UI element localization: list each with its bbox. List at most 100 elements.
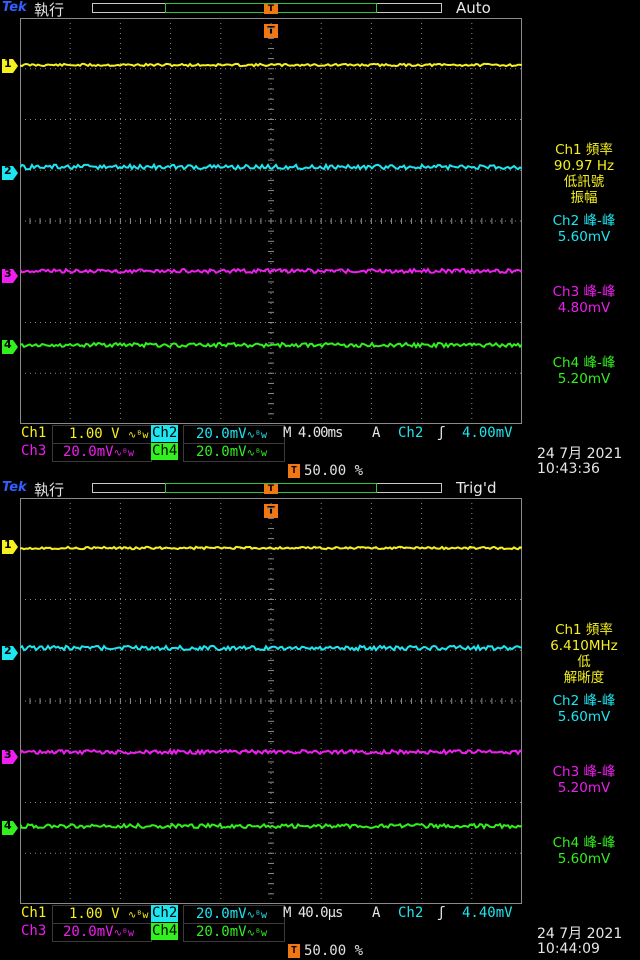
ch4-scale: 20.0mV∿ᴮw	[183, 443, 285, 462]
bandwidth-icon: ∿ᴮw	[246, 910, 267, 921]
bandwidth-icon: ∿ᴮw	[246, 448, 267, 459]
brand-logo: Tek	[2, 480, 27, 495]
header-bar: Tek 執行 Auto	[0, 0, 640, 19]
trigger-level: 4.40mV	[462, 905, 513, 921]
ch2-meas-title: Ch2 峰-峰	[552, 693, 616, 709]
bandwidth-icon: ∿ᴮw	[246, 430, 267, 441]
scope-screen-2: Tek 執行 Trig'd T T 1 2 3 4 Ch1 頻率 6.410MH…	[0, 479, 640, 960]
time: 10:43:36	[537, 461, 600, 477]
ch1-waveform	[20, 62, 522, 68]
trigger-source: Ch2	[398, 425, 424, 441]
datetime: 24 7月 2021 10:44:09	[537, 927, 622, 957]
ch4-scale: 20.0mV∿ᴮw	[183, 923, 285, 942]
ch2-waveform	[20, 162, 522, 172]
ch1-waveform	[20, 545, 522, 551]
ch3-pk2pk-readout: Ch3 峰-峰 4.80mV	[530, 284, 638, 316]
ch1-marker[interactable]: 1	[2, 57, 18, 73]
ch2-scale: 20.0mV∿ᴮw	[183, 905, 285, 924]
ch2-label[interactable]: Ch2	[151, 425, 179, 442]
trigger-position-marker: T	[264, 480, 278, 496]
trigger-t-icon: T	[288, 464, 300, 478]
ch4-marker[interactable]: 4	[2, 819, 18, 835]
bandwidth-icon: ∿ᴮw	[128, 910, 149, 921]
ch3-marker[interactable]: 3	[2, 267, 18, 283]
header-bar: Tek 執行 Trig'd	[0, 479, 640, 499]
ch1-meas-note2: 解晰度	[563, 670, 605, 686]
ch1-meas-note2: 振幅	[570, 190, 598, 206]
ch3-label[interactable]: Ch3	[20, 443, 47, 460]
bandwidth-icon: ∿ᴮw	[113, 448, 134, 459]
run-state: 執行	[34, 1, 65, 19]
trigger-mode: Trig'd	[456, 479, 497, 497]
acq-mode: A	[372, 905, 381, 921]
ch1-label[interactable]: Ch1	[20, 425, 47, 442]
ch4-meas-title: Ch4 峰-峰	[552, 355, 616, 371]
ch2-meas-title: Ch2 峰-峰	[552, 213, 616, 229]
rising-edge-icon: ʃ	[437, 425, 446, 441]
acq-mode: A	[372, 425, 381, 441]
ch1-frequency-readout: Ch1 頻率 6.410MHz 低 解晰度	[530, 622, 638, 686]
ch4-marker[interactable]: 4	[2, 338, 18, 354]
ch4-meas-value: 5.20mV	[557, 371, 611, 387]
waveform-graticule	[20, 498, 522, 904]
waveform-graticule	[20, 18, 522, 424]
rising-edge-icon: ʃ	[437, 905, 446, 921]
bandwidth-icon: ∿ᴮw	[113, 928, 134, 939]
datetime: 24 7月 2021 10:43:36	[537, 447, 622, 477]
ch1-scale: 1.00 V ∿ᴮw	[52, 425, 152, 444]
ch2-marker[interactable]: 2	[2, 164, 18, 180]
ch4-label[interactable]: Ch4	[151, 923, 179, 940]
ch1-meas-value: 90.97 Hz	[553, 158, 615, 174]
ch3-marker[interactable]: 3	[2, 748, 18, 764]
ch3-scale: 20.0mV∿ᴮw	[52, 443, 152, 462]
ch1-meas-value: 6.410MHz	[550, 638, 618, 654]
ch3-scale: 20.0mV∿ᴮw	[52, 923, 152, 942]
ch2-pk2pk-readout: Ch2 峰-峰 5.60mV	[530, 693, 638, 725]
ch3-meas-title: Ch3 峰-峰	[552, 764, 616, 780]
ch1-scale: 1.00 V ∿ᴮw	[52, 905, 152, 924]
ch1-meas-title: Ch1 頻率	[555, 622, 613, 638]
run-state: 執行	[34, 481, 65, 499]
ch2-meas-value: 5.60mV	[557, 709, 611, 725]
ch4-waveform	[20, 341, 522, 349]
ch3-meas-title: Ch3 峰-峰	[552, 284, 616, 300]
ch3-waveform	[20, 267, 522, 275]
brand-logo: Tek	[2, 0, 27, 15]
scope-screen-1: Tek 執行 Auto T T 1 2 3 4 Ch1 頻率 90.97 Hz …	[0, 0, 640, 480]
ch4-pk2pk-readout: Ch4 峰-峰 5.60mV	[530, 835, 638, 867]
trigger-position-readout: T 50.00 %	[288, 943, 363, 959]
timebase: M 40.0µs	[283, 905, 343, 921]
trigger-position-readout: T 50.00 %	[288, 463, 363, 479]
ch1-marker[interactable]: 1	[2, 538, 18, 554]
ch4-pk2pk-readout: Ch4 峰-峰 5.20mV	[530, 355, 638, 387]
ch2-label[interactable]: Ch2	[151, 905, 179, 922]
bandwidth-icon: ∿ᴮw	[246, 928, 267, 939]
ch1-label[interactable]: Ch1	[20, 905, 47, 922]
time: 10:44:09	[537, 941, 600, 957]
ch2-meas-value: 5.60mV	[557, 229, 611, 245]
trigger-t-icon: T	[288, 944, 300, 958]
bandwidth-icon: ∿ᴮw	[128, 430, 149, 441]
waveform-traces	[20, 545, 522, 830]
ch2-marker[interactable]: 2	[2, 644, 18, 660]
trigger-position-marker: T	[264, 0, 278, 16]
ch3-waveform	[20, 748, 522, 756]
date: 24 7月 2021	[537, 926, 623, 942]
ch2-scale: 20.0mV∿ᴮw	[183, 425, 285, 444]
ch4-waveform	[20, 822, 522, 830]
waveform-traces	[20, 62, 522, 349]
ch1-frequency-readout: Ch1 頻率 90.97 Hz 低訊號 振幅	[530, 142, 638, 206]
trigger-source: Ch2	[398, 905, 424, 921]
ch3-label[interactable]: Ch3	[20, 923, 47, 940]
timebase: M 4.00ms	[283, 425, 343, 441]
trigger-level: 4.00mV	[462, 425, 513, 441]
ch4-meas-title: Ch4 峰-峰	[552, 835, 616, 851]
ch1-meas-note: 低	[577, 654, 591, 670]
ch4-label[interactable]: Ch4	[151, 443, 179, 460]
ch3-meas-value: 5.20mV	[557, 780, 611, 796]
trigger-mode: Auto	[456, 0, 491, 17]
ch3-meas-value: 4.80mV	[557, 300, 611, 316]
ch4-meas-value: 5.60mV	[557, 851, 611, 867]
ch3-pk2pk-readout: Ch3 峰-峰 5.20mV	[530, 764, 638, 796]
ch2-waveform	[20, 643, 522, 652]
